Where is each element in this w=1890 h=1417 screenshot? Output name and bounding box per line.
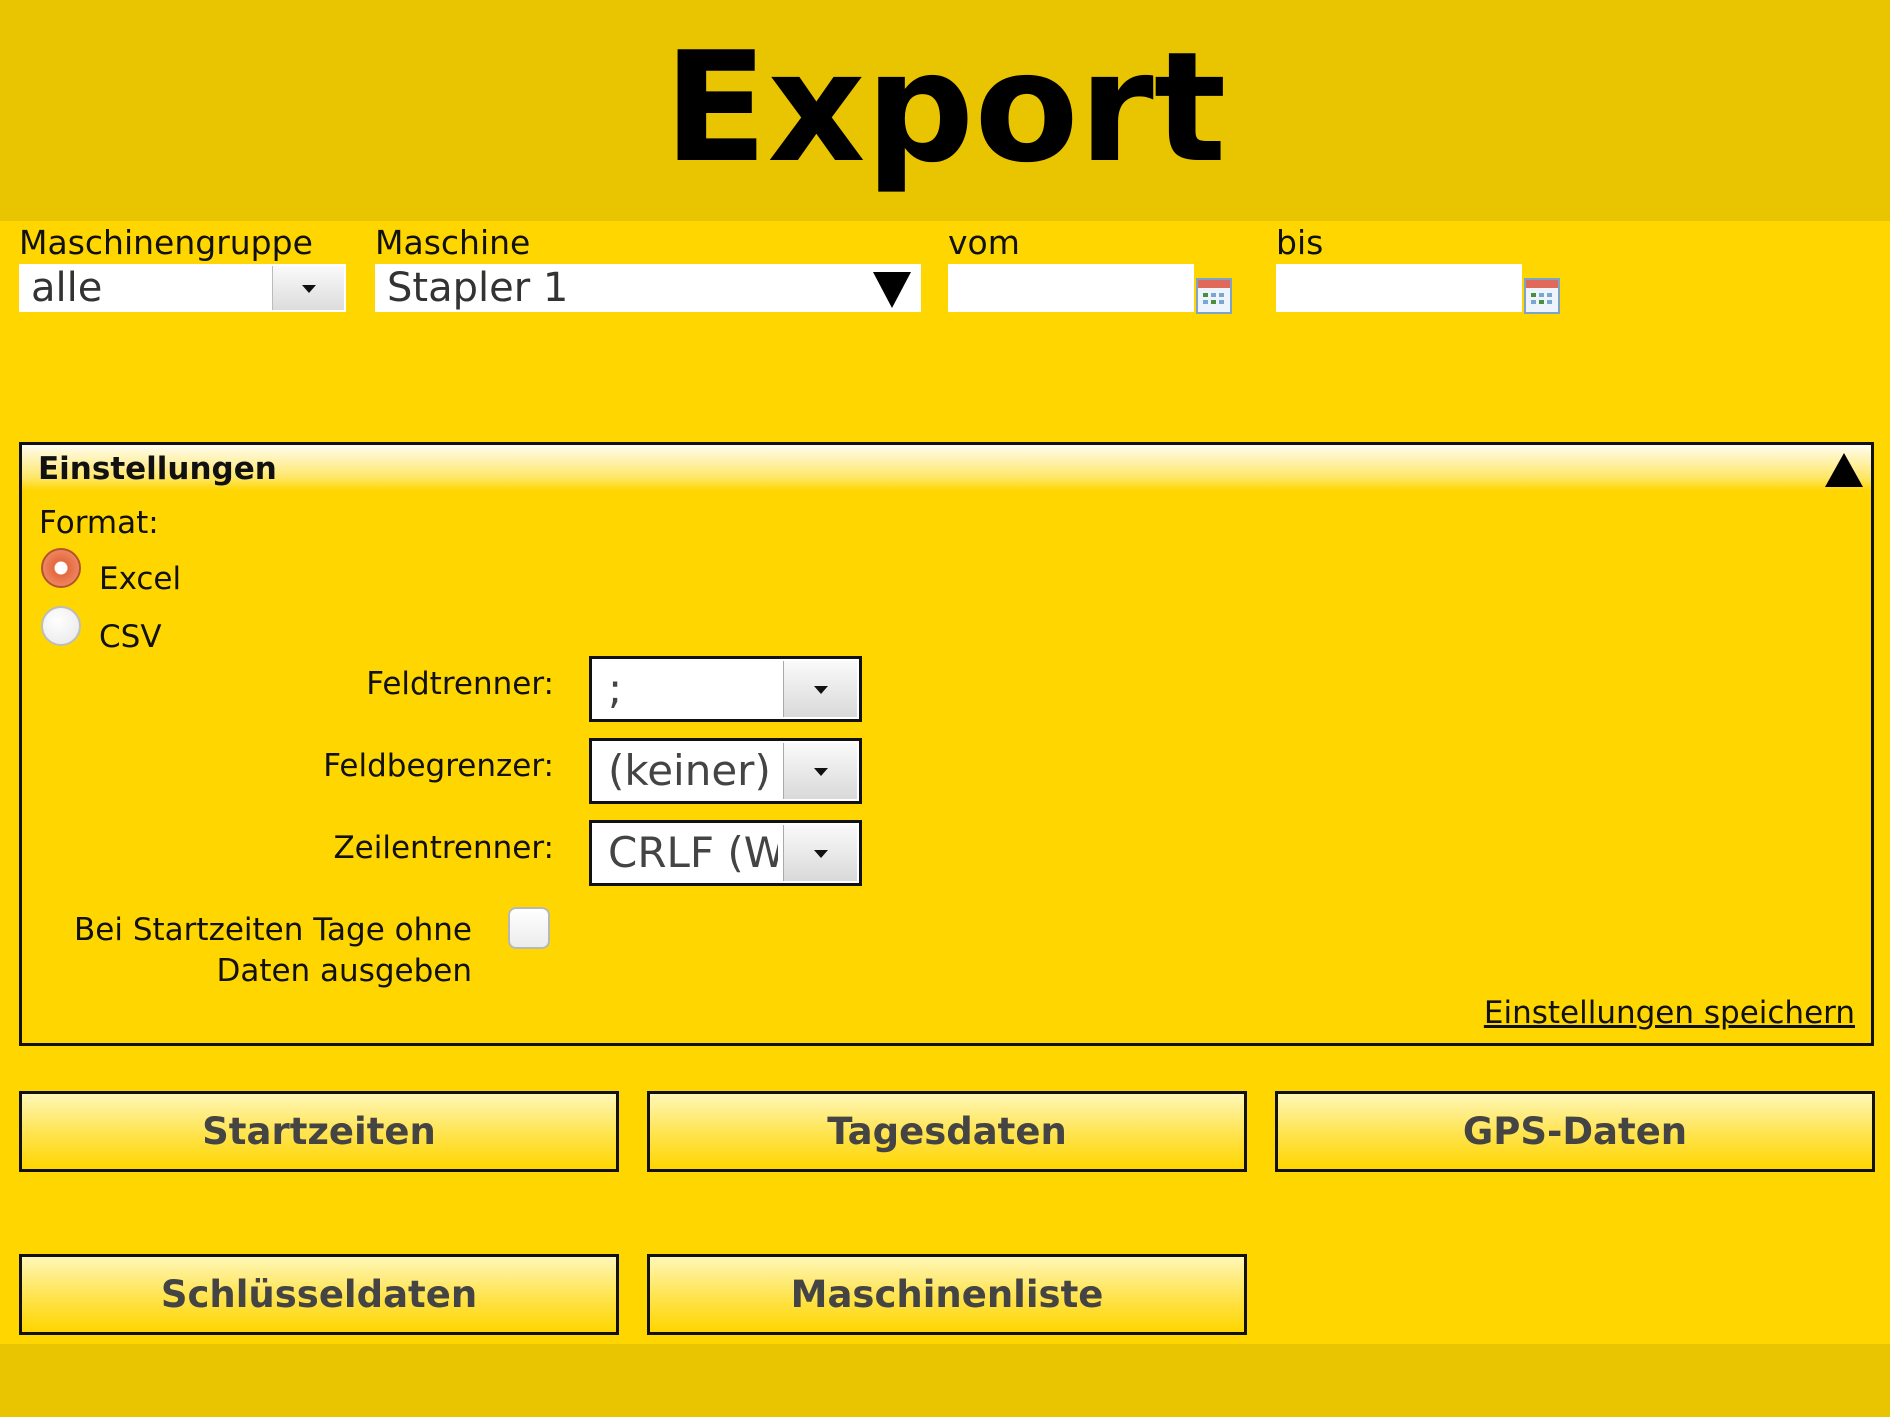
start-times-button[interactable]: Startzeiten — [19, 1091, 619, 1172]
radio-csv[interactable] — [41, 606, 81, 646]
machine-group-dropdown-button[interactable] — [272, 266, 344, 310]
daily-data-button[interactable]: Tagesdaten — [647, 1091, 1247, 1172]
machine-list-button[interactable]: Maschinenliste — [647, 1254, 1247, 1335]
empty-days-checkbox[interactable] — [508, 907, 550, 949]
line-separator-dropdown-button[interactable] — [783, 825, 857, 881]
machine-group-select[interactable]: alle — [19, 264, 346, 312]
machine-group-label: Maschinengruppe — [19, 223, 313, 262]
radio-excel-label[interactable]: Excel — [99, 559, 181, 599]
radio-csv-label[interactable]: CSV — [99, 617, 162, 657]
empty-days-label-line1: Bei Startzeiten Tage ohne — [74, 912, 472, 948]
save-settings-link[interactable]: Einstellungen speichern — [1484, 993, 1855, 1033]
field-separator-value: ; — [608, 664, 623, 713]
settings-panel: Einstellungen Format: Excel CSV Feldtren… — [19, 442, 1874, 1046]
machine-group-value: alle — [31, 265, 103, 311]
format-label: Format: — [39, 505, 159, 541]
gps-data-button[interactable]: GPS-Daten — [1275, 1091, 1875, 1172]
field-separator-label: Feldtrenner: — [366, 666, 554, 702]
field-delimiter-label: Feldbegrenzer: — [323, 748, 554, 784]
chevron-down-icon — [813, 686, 828, 694]
dropdown-arrow-icon — [873, 272, 911, 308]
field-separator-dropdown-button[interactable] — [783, 661, 857, 717]
machine-select[interactable]: Stapler 1 — [375, 264, 921, 312]
from-date-input[interactable] — [948, 264, 1194, 312]
field-delimiter-select[interactable]: (keiner) — [589, 738, 862, 804]
from-date-label: vom — [948, 223, 1020, 262]
radio-excel[interactable] — [41, 548, 81, 588]
line-separator-value: CRLF (Windows) — [608, 828, 778, 877]
line-separator-label: Zeilentrenner: — [333, 830, 554, 866]
chevron-down-icon — [813, 768, 828, 776]
field-separator-select[interactable]: ; — [589, 656, 862, 722]
machine-label: Maschine — [375, 223, 531, 262]
field-delimiter-dropdown-button[interactable] — [783, 743, 857, 799]
line-separator-select[interactable]: CRLF (Windows) — [589, 820, 862, 886]
chevron-down-icon — [301, 285, 316, 293]
page-title: Export — [663, 19, 1227, 196]
to-date-input[interactable] — [1276, 264, 1522, 312]
collapse-icon[interactable] — [1825, 453, 1863, 487]
machine-value: Stapler 1 — [387, 265, 569, 311]
calendar-icon[interactable] — [1524, 278, 1560, 314]
calendar-icon[interactable] — [1196, 278, 1232, 314]
settings-header[interactable]: Einstellungen — [22, 445, 1871, 491]
to-date-label: bis — [1276, 223, 1324, 262]
empty-days-label-line2: Daten ausgeben — [216, 953, 472, 989]
footer-bar — [0, 1344, 1890, 1417]
settings-title: Einstellungen — [38, 451, 277, 487]
key-data-button[interactable]: Schlüsseldaten — [19, 1254, 619, 1335]
field-delimiter-value: (keiner) — [608, 746, 771, 795]
chevron-down-icon — [813, 850, 828, 858]
header-bar: Export — [0, 0, 1890, 221]
